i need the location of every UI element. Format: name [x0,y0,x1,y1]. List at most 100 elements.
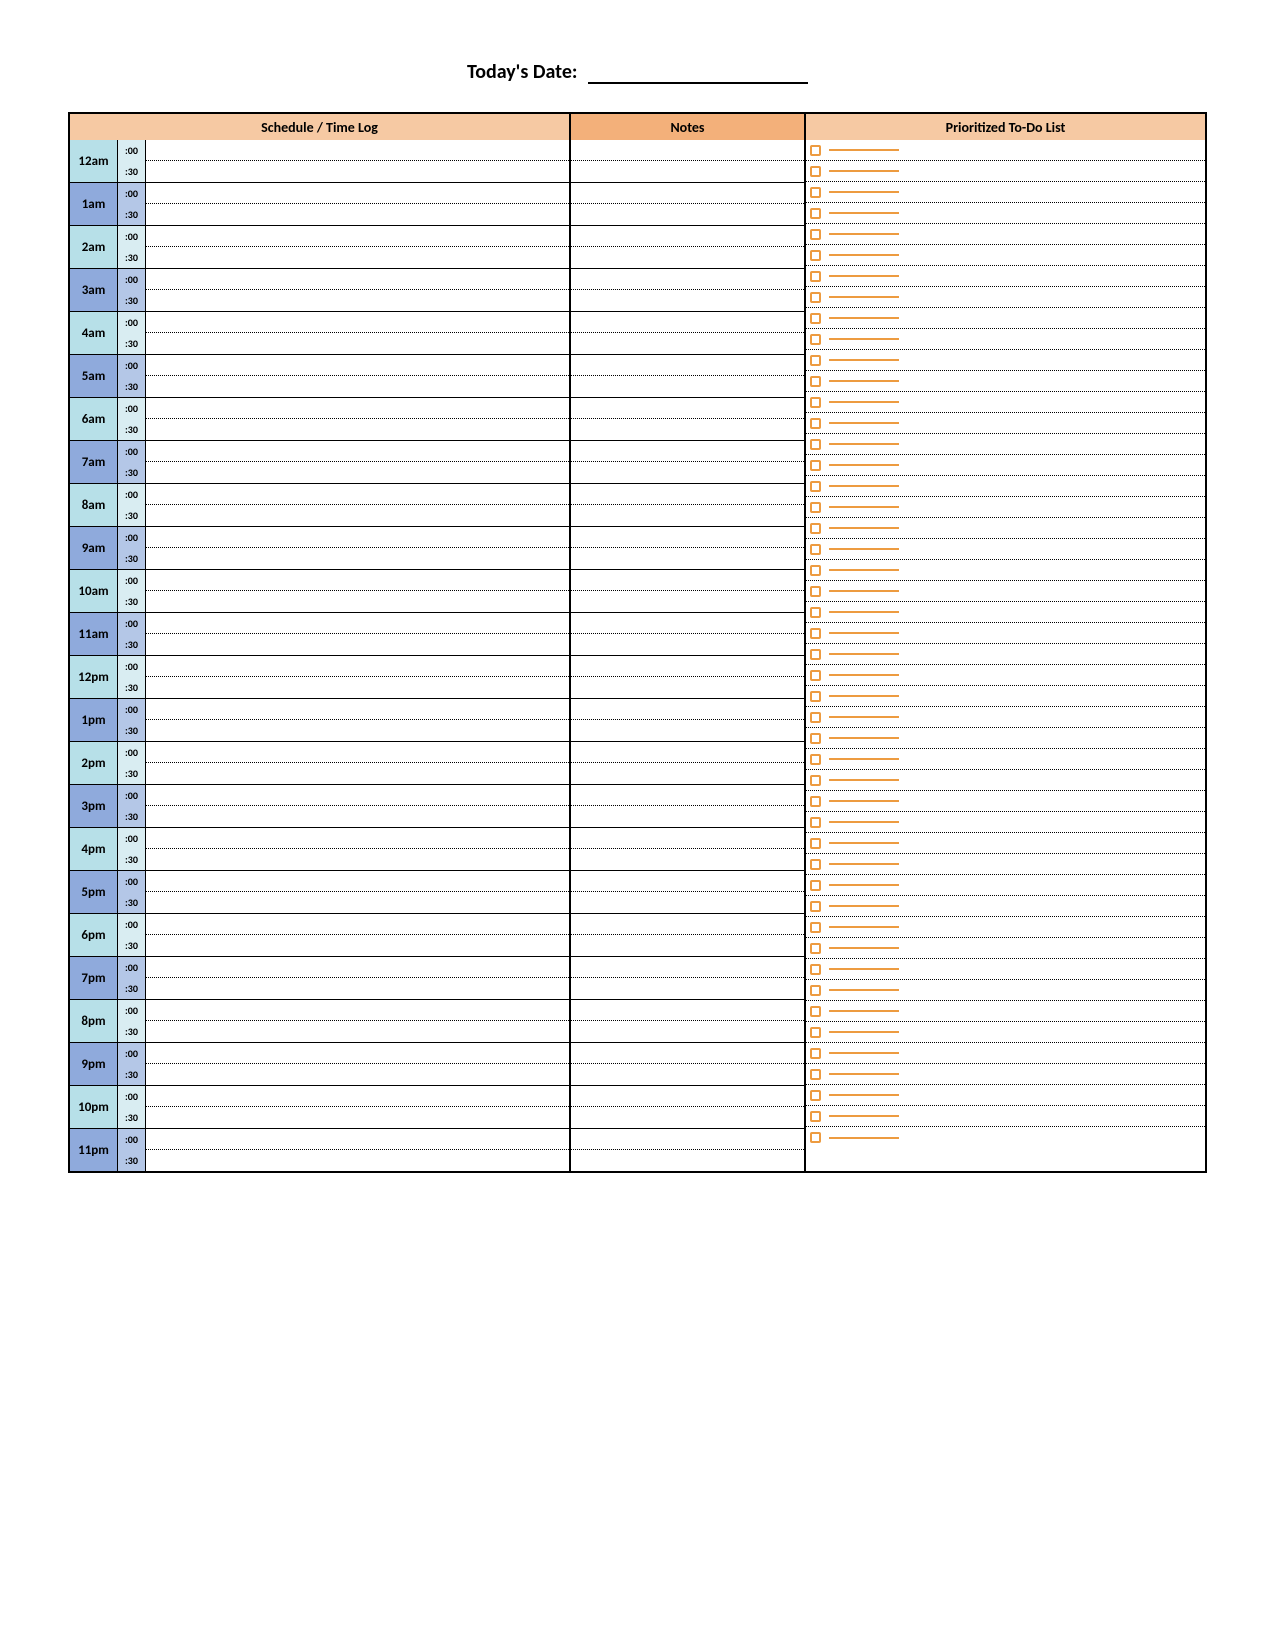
todo-line[interactable] [806,791,1205,812]
checkbox-icon[interactable] [810,628,821,639]
schedule-cell[interactable] [146,656,569,677]
notes-cell[interactable] [571,914,804,935]
checkbox-icon[interactable] [810,544,821,555]
schedule-cell[interactable] [146,720,569,741]
todo-line[interactable] [806,896,1205,917]
notes-cell[interactable] [571,247,804,268]
todo-line[interactable] [806,623,1205,644]
notes-cell[interactable] [571,806,804,827]
checkbox-icon[interactable] [810,376,821,387]
schedule-cell[interactable] [146,484,569,505]
schedule-cell[interactable] [146,935,569,956]
notes-cell[interactable] [571,785,804,806]
notes-cell[interactable] [571,570,804,591]
checkbox-icon[interactable] [810,166,821,177]
checkbox-icon[interactable] [810,817,821,828]
checkbox-icon[interactable] [810,838,821,849]
todo-line[interactable] [806,1043,1205,1064]
todo-line[interactable] [806,287,1205,308]
schedule-cell[interactable] [146,677,569,698]
checkbox-icon[interactable] [810,271,821,282]
checkbox-icon[interactable] [810,1111,821,1122]
checkbox-icon[interactable] [810,1069,821,1080]
schedule-cell[interactable] [146,226,569,247]
notes-cell[interactable] [571,978,804,999]
notes-cell[interactable] [571,269,804,290]
notes-cell[interactable] [571,140,804,161]
notes-cell[interactable] [571,419,804,440]
checkbox-icon[interactable] [810,187,821,198]
checkbox-icon[interactable] [810,943,821,954]
todo-line[interactable] [806,833,1205,854]
schedule-cell[interactable] [146,742,569,763]
schedule-cell[interactable] [146,419,569,440]
todo-line[interactable] [806,329,1205,350]
todo-line[interactable] [806,203,1205,224]
todo-line[interactable] [806,707,1205,728]
todo-line[interactable] [806,1127,1205,1148]
notes-cell[interactable] [571,441,804,462]
notes-cell[interactable] [571,871,804,892]
todo-line[interactable] [806,161,1205,182]
schedule-cell[interactable] [146,1086,569,1107]
notes-cell[interactable] [571,1000,804,1021]
checkbox-icon[interactable] [810,754,821,765]
notes-cell[interactable] [571,1107,804,1128]
todo-line[interactable] [806,413,1205,434]
todo-line[interactable] [806,980,1205,1001]
todo-line[interactable] [806,917,1205,938]
notes-cell[interactable] [571,742,804,763]
notes-cell[interactable] [571,634,804,655]
notes-cell[interactable] [571,527,804,548]
checkbox-icon[interactable] [810,859,821,870]
todo-line[interactable] [806,959,1205,980]
schedule-cell[interactable] [146,957,569,978]
schedule-cell[interactable] [146,527,569,548]
schedule-cell[interactable] [146,1000,569,1021]
todo-line[interactable] [806,455,1205,476]
schedule-cell[interactable] [146,806,569,827]
notes-cell[interactable] [571,1021,804,1042]
checkbox-icon[interactable] [810,313,821,324]
notes-cell[interactable] [571,1064,804,1085]
checkbox-icon[interactable] [810,502,821,513]
checkbox-icon[interactable] [810,1132,821,1143]
notes-cell[interactable] [571,892,804,913]
schedule-cell[interactable] [146,441,569,462]
schedule-cell[interactable] [146,247,569,268]
schedule-cell[interactable] [146,570,569,591]
schedule-cell[interactable] [146,161,569,182]
checkbox-icon[interactable] [810,1090,821,1101]
todo-line[interactable] [806,560,1205,581]
notes-cell[interactable] [571,828,804,849]
checkbox-icon[interactable] [810,397,821,408]
checkbox-icon[interactable] [810,250,821,261]
schedule-cell[interactable] [146,914,569,935]
checkbox-icon[interactable] [810,775,821,786]
checkbox-icon[interactable] [810,460,821,471]
schedule-cell[interactable] [146,1129,569,1150]
notes-cell[interactable] [571,720,804,741]
schedule-cell[interactable] [146,871,569,892]
schedule-cell[interactable] [146,355,569,376]
schedule-cell[interactable] [146,505,569,526]
checkbox-icon[interactable] [810,439,821,450]
schedule-cell[interactable] [146,978,569,999]
notes-cell[interactable] [571,376,804,397]
checkbox-icon[interactable] [810,964,821,975]
schedule-cell[interactable] [146,548,569,569]
schedule-cell[interactable] [146,892,569,913]
notes-cell[interactable] [571,226,804,247]
checkbox-icon[interactable] [810,1006,821,1017]
notes-cell[interactable] [571,1129,804,1150]
notes-cell[interactable] [571,312,804,333]
todo-line[interactable] [806,497,1205,518]
schedule-cell[interactable] [146,1064,569,1085]
schedule-cell[interactable] [146,1150,569,1171]
checkbox-icon[interactable] [810,670,821,681]
todo-line[interactable] [806,686,1205,707]
schedule-cell[interactable] [146,204,569,225]
notes-cell[interactable] [571,935,804,956]
checkbox-icon[interactable] [810,796,821,807]
todo-line[interactable] [806,749,1205,770]
